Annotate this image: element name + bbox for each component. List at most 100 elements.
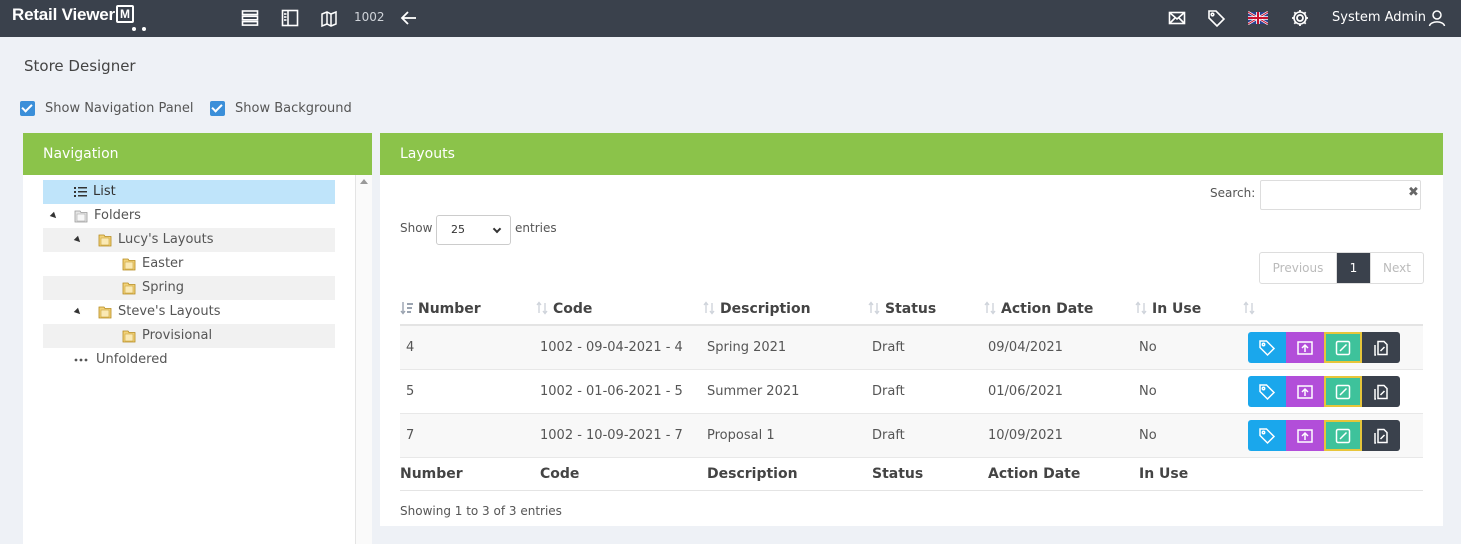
layouts-panel-title: Layouts [380,133,1443,175]
back-arrow-icon[interactable] [399,8,419,28]
gear-icon[interactable] [1290,8,1310,28]
tag-button[interactable] [1248,420,1286,451]
cell-status: Draft [872,340,905,355]
tree-item-steves-layouts[interactable]: Steve's Layouts [43,300,335,324]
checkbox-label: Show Navigation Panel [45,101,194,116]
column-label: Status [885,301,937,317]
panel-toggle-icon[interactable] [280,8,300,28]
sort-icon [536,301,548,315]
tag-button[interactable] [1248,376,1286,407]
edit-button[interactable] [1324,420,1362,451]
copy-button[interactable] [1362,376,1400,407]
copy-icon [1374,340,1388,356]
tree-item-label: Lucy's Layouts [118,232,214,247]
tag-icon[interactable] [1206,8,1226,28]
edit-button[interactable] [1324,376,1362,407]
cell-description: Summer 2021 [707,384,800,399]
mail-icon[interactable] [1167,8,1187,28]
column-label: Code [553,301,593,317]
tree-item-label: Easter [142,256,184,271]
cell-action-date: 09/04/2021 [988,340,1063,355]
navigation-panel-title: Navigation [23,133,372,175]
cell-status: Draft [872,384,905,399]
copy-icon [1374,384,1388,400]
current-page-button[interactable]: 1 [1337,253,1370,283]
publish-button[interactable] [1286,420,1324,451]
chevron-down-icon [492,224,502,234]
cell-number: 7 [406,428,415,443]
tree-item-label: Spring [142,280,184,295]
previous-page-button[interactable]: Previous [1260,253,1337,283]
folder-icon [121,280,137,296]
top-bar: Retail Viewer M 1002 System Admin [0,0,1461,37]
checkbox-checked-icon[interactable] [20,101,35,116]
edit-icon [1335,340,1351,355]
store-map-icon[interactable] [319,8,339,28]
app-logo[interactable]: Retail Viewer M [12,5,134,25]
layouts-panel: Layouts Search: ✖ Show 25 entries Previo… [380,133,1443,526]
scroll-up-icon[interactable] [360,179,368,184]
next-page-button[interactable]: Next [1370,253,1423,283]
column-header-status[interactable]: Status [867,301,936,317]
tree-item-easter[interactable]: Easter [43,252,335,276]
navigation-panel: Navigation List Folders Lucy's Layouts E… [23,133,372,544]
table-row[interactable]: 5 1002 - 01-06-2021 - 5 Summer 2021 Draf… [400,370,1423,414]
edit-icon [1335,384,1351,399]
tag-icon [1259,339,1276,356]
copy-button[interactable] [1362,420,1400,451]
user-icon[interactable] [1427,8,1447,28]
row-actions [1248,332,1400,363]
edit-icon [1335,428,1351,443]
tree-item-lucys-layouts[interactable]: Lucy's Layouts [43,228,335,252]
sort-icon [1135,301,1147,315]
tree-expanded-icon[interactable] [49,211,59,221]
tree-item-provisional[interactable]: Provisional [43,324,335,348]
folder-icon [73,208,89,224]
table-row[interactable]: 7 1002 - 10-09-2021 - 7 Proposal 1 Draft… [400,414,1423,458]
cell-in-use: No [1139,384,1157,399]
brand-mark: M [115,5,134,23]
menu-icon[interactable] [240,8,260,28]
column-header-actions[interactable] [1242,301,1260,317]
checkbox-checked-icon[interactable] [210,101,225,116]
tree-item-folders[interactable]: Folders [43,204,335,228]
clear-search-icon[interactable]: ✖ [1408,185,1419,200]
copy-button[interactable] [1362,332,1400,363]
sort-icon [984,301,996,315]
row-actions [1248,420,1400,451]
folder-icon [97,232,113,248]
show-background-checkbox[interactable]: Show Background [210,101,352,116]
tag-button[interactable] [1248,332,1286,363]
footer-column-description: Description [707,466,798,482]
footer-column-action-date: Action Date [988,466,1081,482]
cell-description: Spring 2021 [707,340,787,355]
publish-button[interactable] [1286,376,1324,407]
sort-icon [1243,301,1255,315]
column-header-description[interactable]: Description [702,301,811,317]
folder-icon [97,304,113,320]
page-length-select[interactable]: 25 [436,215,511,245]
uk-flag-icon[interactable] [1247,8,1269,28]
tree-expanded-icon[interactable] [73,307,83,317]
show-navigation-panel-checkbox[interactable]: Show Navigation Panel [20,101,194,116]
table-row[interactable]: 4 1002 - 09-04-2021 - 4 Spring 2021 Draf… [400,326,1423,370]
tree-item-label: Steve's Layouts [118,304,221,319]
column-header-action-date[interactable]: Action Date [983,301,1093,317]
cell-status: Draft [872,428,905,443]
column-header-code[interactable]: Code [535,301,592,317]
tree-item-spring[interactable]: Spring [43,276,335,300]
user-name[interactable]: System Admin [1332,10,1426,25]
edit-button[interactable] [1324,332,1362,363]
cell-number: 5 [406,384,415,399]
column-label: Action Date [1001,301,1094,317]
column-label: Number [418,301,481,317]
column-header-number[interactable]: Number [400,301,481,317]
navigation-scrollbar[interactable] [355,175,372,544]
tree-item-unfoldered[interactable]: Unfoldered [43,348,335,372]
publish-button[interactable] [1286,332,1324,363]
search-input[interactable] [1260,180,1421,210]
column-header-in-use[interactable]: In Use [1134,301,1201,317]
page-length-value: 25 [451,223,465,236]
tree-item-list[interactable]: List [43,180,335,204]
tree-expanded-icon[interactable] [73,235,83,245]
